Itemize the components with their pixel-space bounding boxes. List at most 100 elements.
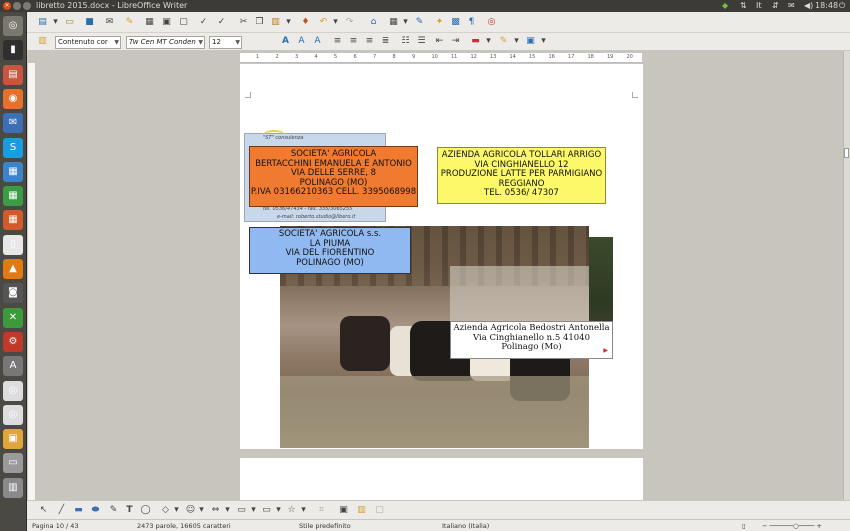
horizontal-ruler[interactable]: 1 2 3 4 5 6 7 8 9 10 11 12 13 14 15 16 17 18 19 20	[240, 53, 642, 63]
page-counter[interactable]: Pagina 10 / 43	[32, 522, 79, 530]
network-icon[interactable]: ⇵	[772, 1, 779, 10]
thunderbird-icon[interactable]: ✉	[3, 113, 23, 134]
scrollbar-thumb[interactable]	[844, 148, 849, 158]
vertical-scrollbar[interactable]	[843, 51, 850, 500]
clone-formatting-icon[interactable]: ♦	[299, 16, 312, 29]
disc-2-icon[interactable]: ◎	[3, 404, 23, 425]
new-dropdown-icon[interactable]: ▾	[49, 16, 62, 29]
align-center-icon[interactable]: ≡	[347, 35, 360, 48]
cut-icon[interactable]: ✂	[237, 16, 250, 29]
archive-icon[interactable]: ▣	[3, 429, 23, 450]
firefox-icon[interactable]: ◉	[3, 88, 23, 109]
keyboard-layout-icon[interactable]: It	[756, 1, 762, 10]
writer-icon[interactable]: ▦	[3, 161, 23, 182]
background-color-icon[interactable]: ▣	[524, 35, 537, 48]
help-icon[interactable]: ◎	[485, 16, 498, 29]
symbol-shapes-dropdown-icon[interactable]: ▾	[195, 504, 208, 517]
zoom-slider[interactable]: − ──────○──── +	[762, 522, 822, 530]
calc-icon[interactable]: ▦	[3, 186, 23, 207]
volume-icon[interactable]: ◀)	[804, 1, 813, 10]
maximize-window-icon[interactable]	[23, 2, 31, 10]
export-pdf-icon[interactable]: ▦	[143, 16, 156, 29]
fontwork-icon[interactable]: ▣	[337, 504, 350, 517]
settings-icon[interactable]: ⚙	[3, 331, 23, 352]
clock[interactable]: 18:48	[815, 1, 838, 10]
bullets-icon[interactable]: ☰	[415, 35, 428, 48]
chevron-down-icon[interactable]: ▼	[114, 37, 119, 48]
line-icon[interactable]: ╱	[55, 504, 68, 517]
flowchart-dropdown-icon[interactable]: ▾	[247, 504, 260, 517]
document-page-2[interactable]	[240, 458, 643, 500]
close-window-icon[interactable]: ×	[3, 2, 11, 10]
disc-icon[interactable]: ◎	[3, 380, 23, 401]
terminal-icon[interactable]: ▮	[3, 40, 23, 61]
skype-icon[interactable]: S	[3, 137, 23, 158]
orange-text-box[interactable]: SOCIETA' AGRICOLA BERTACCHINI EMANUELA E…	[249, 146, 418, 207]
background-dropdown-icon[interactable]: ▾	[537, 35, 550, 48]
xmind-icon[interactable]: ✕	[3, 307, 23, 328]
align-left-icon[interactable]: ≡	[331, 35, 344, 48]
font-color-dropdown-icon[interactable]: ▾	[482, 35, 495, 48]
from-file-icon[interactable]: ▥	[355, 504, 368, 517]
open-icon[interactable]: ▭	[63, 16, 76, 29]
ellipse-icon[interactable]: ⬬	[89, 504, 102, 517]
files-icon[interactable]: ▤	[3, 64, 23, 85]
spellcheck-icon[interactable]: ✓	[197, 16, 210, 29]
impress-icon[interactable]: ▦	[3, 210, 23, 231]
hyperlink-icon[interactable]: ⌂	[367, 16, 380, 29]
undo-dropdown-icon[interactable]: ▾	[329, 16, 342, 29]
sort-icon[interactable]: ⇅	[740, 1, 747, 10]
camera-icon[interactable]: ◙	[3, 283, 23, 304]
freeform-icon[interactable]: ✎	[107, 504, 120, 517]
basic-shapes-dropdown-icon[interactable]: ▾	[170, 504, 183, 517]
redo-icon[interactable]: ↷	[343, 16, 356, 29]
paste-icon[interactable]: ▥	[269, 16, 282, 29]
word-count[interactable]: 2473 parole, 16605 caratteri	[137, 522, 231, 530]
paste-dropdown-icon[interactable]: ▾	[282, 16, 295, 29]
language[interactable]: Italiano (Italia)	[442, 522, 489, 530]
select-icon[interactable]: ↖	[37, 504, 50, 517]
new-document-icon[interactable]: ▤	[36, 16, 49, 29]
print-icon[interactable]: ▣	[160, 16, 173, 29]
align-right-icon[interactable]: ≡	[363, 35, 376, 48]
numbering-icon[interactable]: ☷	[399, 35, 412, 48]
show-draw-functions-icon[interactable]: ✎	[413, 16, 426, 29]
shield-icon[interactable]: ◆	[722, 1, 728, 10]
drive-icon[interactable]: ▭	[3, 453, 23, 474]
autocheck-icon[interactable]: ✓	[215, 16, 228, 29]
yellow-text-box[interactable]: AZIENDA AGRICOLA TOLLARI ARRIGO VIA CING…	[437, 147, 606, 204]
font-name-combo[interactable]: Tw Cen MT Conden ▼	[126, 36, 205, 49]
formatting-marks-icon[interactable]: ¶	[465, 16, 478, 29]
print-preview-icon[interactable]: ▢	[177, 16, 190, 29]
highlighting-dropdown-icon[interactable]: ▾	[510, 35, 523, 48]
chevron-down-icon[interactable]: ▼	[198, 37, 203, 48]
grow-font-icon[interactable]: A	[279, 35, 292, 48]
stars-dropdown-icon[interactable]: ▾	[297, 504, 310, 517]
save-icon[interactable]: ■	[83, 16, 96, 29]
font-color-icon[interactable]: ▬	[469, 35, 482, 48]
block-arrows-dropdown-icon[interactable]: ▾	[221, 504, 234, 517]
justify-icon[interactable]: ≣	[379, 35, 392, 48]
paragraph-style-combo[interactable]: Contenuto cor ▼	[55, 36, 121, 49]
callouts-dropdown-icon[interactable]: ▾	[272, 504, 285, 517]
power-icon[interactable]: ⏻	[839, 1, 845, 11]
shrink-font-icon[interactable]: A	[295, 35, 308, 48]
callout-icon[interactable]: ◯	[139, 504, 152, 517]
document-icon[interactable]: ▯	[3, 234, 23, 255]
styles-icon[interactable]: ▥	[36, 35, 49, 48]
font-color-a-icon[interactable]: A	[311, 35, 324, 48]
text-icon[interactable]: T	[123, 504, 136, 517]
dash-icon[interactable]: ◎	[3, 16, 23, 36]
page-style[interactable]: Stile predefinito	[299, 522, 351, 530]
table-dropdown-icon[interactable]: ▾	[399, 16, 412, 29]
edit-mode-icon[interactable]: ✎	[123, 16, 136, 29]
overflow-arrow-icon[interactable]: ▶	[603, 346, 608, 356]
rectangle-icon[interactable]: ▬	[72, 504, 85, 517]
mail-icon[interactable]: ✉	[788, 1, 795, 10]
software-center-icon[interactable]: A	[3, 356, 23, 377]
gallery-icon[interactable]: ▩	[449, 16, 462, 29]
decrease-indent-icon[interactable]: ⇤	[433, 35, 446, 48]
white-text-box[interactable]: Azienda Agricola Bedostri Antonella Via …	[450, 321, 613, 359]
trash-icon[interactable]: ▥	[3, 477, 23, 498]
extrusion-icon[interactable]: ▢	[373, 504, 386, 517]
